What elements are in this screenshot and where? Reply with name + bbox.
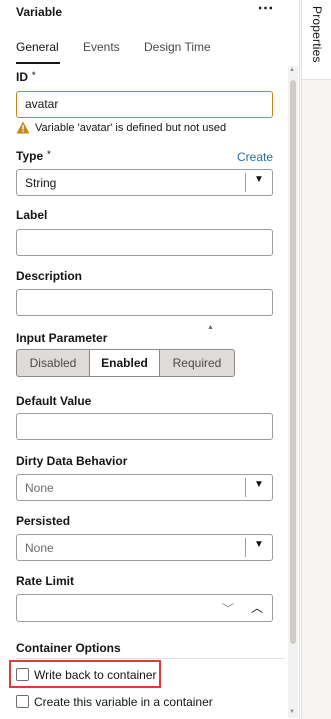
warning-text: Variable 'avatar' is defined but not use…: [35, 122, 227, 134]
input-parameter-enabled[interactable]: Enabled: [90, 350, 159, 376]
create-in-container-label: Create this variable in a container: [34, 695, 213, 709]
scroll-down-icon[interactable]: ▼: [289, 709, 295, 715]
input-parameter-required[interactable]: Required: [160, 350, 234, 376]
select-separator: [245, 173, 246, 192]
persisted-select[interactable]: None ▼: [16, 534, 273, 561]
input-parameter-segmented: Disabled Enabled Required: [16, 349, 235, 377]
input-parameter-label: Input Parameter: [16, 331, 108, 345]
properties-rail: Properties: [301, 0, 331, 719]
scrollbar-thumb[interactable]: [290, 80, 296, 644]
input-parameter-disabled[interactable]: Disabled: [17, 350, 89, 376]
dirty-data-behavior-value: None: [25, 481, 54, 495]
persisted-value: None: [25, 541, 54, 555]
label-input[interactable]: [16, 229, 273, 256]
scroll-up-icon[interactable]: ▲: [289, 67, 295, 73]
default-value-label: Default Value: [16, 394, 92, 408]
tab-general[interactable]: General: [16, 40, 59, 54]
id-label: ID *: [16, 70, 36, 84]
rate-limit-combobox[interactable]: ﹀ ︿: [16, 594, 273, 622]
persisted-label: Persisted: [16, 514, 71, 528]
rate-limit-label: Rate Limit: [16, 574, 75, 588]
write-back-label: Write back to container: [34, 668, 157, 682]
chevron-up-icon[interactable]: ︿: [251, 599, 263, 616]
type-label: Type *: [16, 149, 51, 163]
type-select[interactable]: String ▼: [16, 169, 273, 196]
rail-tab-label: Properties: [310, 6, 324, 63]
create-in-container-checkbox[interactable]: [16, 695, 29, 708]
dirty-data-behavior-label: Dirty Data Behavior: [16, 454, 128, 468]
chevron-down-icon[interactable]: ▼: [254, 539, 264, 550]
section-divider: [16, 658, 285, 659]
active-tab-indicator: [16, 62, 60, 64]
rail-tab-properties[interactable]: Properties: [302, 0, 331, 80]
dirty-data-behavior-select[interactable]: None ▼: [16, 474, 273, 501]
create-type-link[interactable]: Create: [237, 150, 273, 164]
panel-title: Variable: [16, 5, 63, 19]
container-options-label: Container Options: [16, 641, 121, 655]
warning-icon: [16, 121, 30, 134]
chevron-down-icon[interactable]: ▼: [254, 174, 264, 185]
write-back-checkbox[interactable]: [16, 668, 29, 681]
more-icon[interactable]: ⋯: [256, 1, 276, 21]
id-input[interactable]: avatar: [16, 91, 273, 118]
label-label: Label: [16, 208, 48, 222]
select-separator: [245, 478, 246, 497]
tab-design-time[interactable]: Design Time: [144, 40, 211, 54]
caret-up-icon: ▲: [207, 324, 214, 331]
description-input[interactable]: [16, 289, 273, 316]
tab-events[interactable]: Events: [83, 40, 120, 54]
description-label: Description: [16, 269, 83, 283]
chevron-down-icon[interactable]: ▼: [254, 479, 264, 490]
type-select-value: String: [25, 176, 57, 190]
properties-panel: Variable ⋯ General Events Design Time ID…: [0, 0, 300, 719]
chevron-down-icon[interactable]: ﹀: [222, 600, 234, 617]
select-separator: [245, 538, 246, 557]
default-value-input[interactable]: [16, 413, 273, 440]
